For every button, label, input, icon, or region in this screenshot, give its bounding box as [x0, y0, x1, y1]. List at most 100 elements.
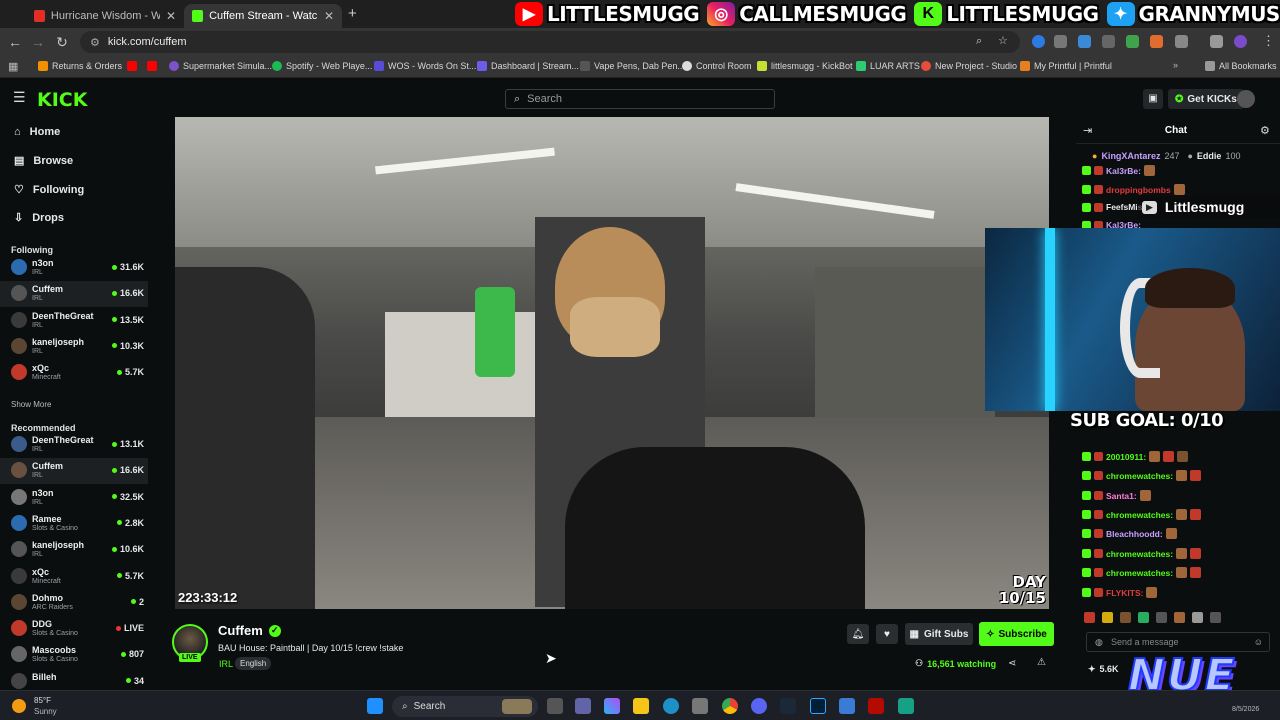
emote-icon[interactable]	[1138, 612, 1149, 623]
chat-username[interactable]: chromewatches:	[1106, 549, 1173, 559]
channel-item[interactable]: n3on IRL 31.6K	[0, 255, 148, 281]
task-view-icon[interactable]	[547, 698, 563, 714]
hamburger-menu-icon[interactable]: ☰	[13, 89, 26, 106]
report-icon[interactable]: ⚠	[1037, 657, 1046, 668]
bookmark-item[interactable]: My Printful | Printful	[1020, 61, 1112, 71]
notepad-icon[interactable]	[839, 698, 855, 714]
library-icon[interactable]: ▣	[1143, 89, 1163, 109]
notification-bell-icon[interactable]: 🔔︎	[847, 624, 869, 644]
store-icon[interactable]	[692, 698, 708, 714]
youtube-bookmark[interactable]	[147, 61, 157, 71]
nav-home[interactable]: ⌂ Home	[14, 126, 60, 138]
get-kicks-button[interactable]: ✪ Get KICKs	[1168, 89, 1244, 109]
nav-browse[interactable]: ▤ Browse	[14, 154, 73, 168]
channel-item[interactable]: DeenTheGreat IRL 13.5K	[0, 308, 148, 334]
channel-item[interactable]: xQc Minecraft 5.7K	[0, 564, 148, 590]
copilot-icon[interactable]	[604, 698, 620, 714]
bookmark-item[interactable]: Control Room	[682, 61, 752, 71]
chat-username[interactable]: chromewatches:	[1106, 510, 1173, 520]
all-bookmarks-button[interactable]: All Bookmarks	[1205, 61, 1277, 71]
chat-username[interactable]: Kal3rBe:	[1106, 166, 1141, 176]
emote-icon[interactable]	[1174, 612, 1185, 623]
profile-avatar[interactable]	[1234, 35, 1247, 48]
video-player[interactable]: 223:33:12 DAY 10/15	[175, 117, 1049, 609]
bookmark-item[interactable]: LUAR ARTS	[856, 61, 920, 71]
channel-item[interactable]: Mascoobs Slots & Casino 807	[0, 642, 148, 668]
gift-subs-button[interactable]: ▦ Gift Subs	[905, 623, 973, 645]
chat-username[interactable]: Bleachhoodd:	[1106, 529, 1163, 539]
forward-icon[interactable]: →	[26, 34, 50, 50]
back-icon[interactable]: ←	[3, 34, 27, 50]
leader-name[interactable]: Eddie	[1197, 151, 1222, 161]
user-avatar[interactable]	[1237, 90, 1255, 108]
apps-grid-icon[interactable]: ▦	[8, 60, 18, 73]
category-link[interactable]: IRL	[219, 659, 233, 669]
extension-icon[interactable]	[1032, 35, 1045, 48]
chat-badge-icon[interactable]: ◍	[1095, 637, 1103, 648]
more-bookmarks-icon[interactable]: »	[1173, 60, 1178, 70]
browser-tab-active[interactable]: Cuffem Stream - Watch Live ✕	[184, 4, 342, 28]
nav-following[interactable]: ♡ Following	[14, 183, 84, 197]
edge-icon[interactable]	[663, 698, 679, 714]
emoji-icon[interactable]: ☺	[1254, 637, 1263, 647]
steam-icon[interactable]	[780, 698, 796, 714]
close-tab-icon[interactable]: ✕	[324, 9, 334, 23]
emote-icon[interactable]	[1084, 612, 1095, 623]
channel-item[interactable]: kaneljoseph IRL 10.6K	[0, 537, 148, 563]
menu-list-icon[interactable]	[1210, 35, 1223, 48]
subscribe-button[interactable]: ✧ Subscribe	[979, 622, 1054, 646]
emote-icon[interactable]	[1210, 612, 1221, 623]
chat-username[interactable]: chromewatches:	[1106, 471, 1173, 481]
chat-username[interactable]: 20010911:	[1106, 452, 1146, 462]
chat-username[interactable]: droppingbombs	[1106, 185, 1171, 195]
chat-username[interactable]: FLYKITS:	[1106, 588, 1143, 598]
channel-item[interactable]: Cuffem IRL 16.6K	[0, 458, 148, 485]
reload-icon[interactable]: ↻	[50, 34, 74, 51]
extension-icon[interactable]	[1102, 35, 1115, 48]
follow-heart-icon[interactable]: ♥	[876, 624, 898, 644]
acrobat-icon[interactable]	[868, 698, 884, 714]
channel-item[interactable]: Dohmo ARC Raiders 2	[0, 590, 148, 616]
emote-icon[interactable]	[1102, 612, 1113, 623]
kick-logo[interactable]: KICK	[37, 89, 87, 111]
channel-item[interactable]: DeenTheGreat IRL 13.1K	[0, 432, 148, 458]
emote-icon[interactable]	[1192, 612, 1203, 623]
emote-icon[interactable]	[1156, 612, 1167, 623]
bookmark-item[interactable]: Dashboard | Stream...	[477, 61, 579, 71]
app-icon[interactable]	[898, 698, 914, 714]
kicks-balance[interactable]: ✦ 5.6K	[1088, 664, 1119, 675]
channel-item[interactable]: Cuffem IRL 16.6K	[0, 281, 148, 308]
bookmark-item[interactable]: Vape Pens, Dab Pen...	[580, 61, 685, 71]
chat-settings-icon[interactable]: ⚙	[1260, 124, 1270, 137]
search-input[interactable]: ⌕ Search	[505, 89, 775, 109]
discord-icon[interactable]	[751, 698, 767, 714]
file-explorer-icon[interactable]	[633, 698, 649, 714]
share-icon[interactable]: ⋖	[1008, 658, 1016, 669]
bookmark-item[interactable]: WOS - Words On St...	[374, 61, 476, 71]
browser-menu-icon[interactable]: ⋮	[1262, 33, 1275, 49]
bookmark-item[interactable]: Supermarket Simula...	[169, 61, 272, 71]
extensions-puzzle-icon[interactable]	[1175, 35, 1188, 48]
chat-username[interactable]: FeefsMis	[1106, 202, 1142, 212]
new-tab-icon[interactable]: +	[348, 5, 357, 22]
extension-icon[interactable]	[1054, 35, 1067, 48]
channel-item[interactable]: n3on IRL 32.5K	[0, 485, 148, 511]
leader-name[interactable]: KingXAntarez	[1101, 151, 1160, 161]
bookmark-item[interactable]: Spotify - Web Playe...	[272, 61, 372, 71]
channel-item[interactable]: DDG Slots & Casino LIVE	[0, 616, 148, 642]
bookmark-item[interactable]: New Project - Studio	[921, 61, 1017, 71]
bookmark-item[interactable]: Returns & Orders	[38, 61, 122, 71]
extension-icon[interactable]	[1078, 35, 1091, 48]
channel-item[interactable]: kaneljoseph IRL 10.3K	[0, 334, 148, 360]
language-tag[interactable]: English	[235, 657, 272, 670]
photoshop-icon[interactable]	[810, 698, 826, 714]
taskbar-search[interactable]: ⌕ Search	[392, 696, 538, 717]
site-info-icon[interactable]: ⚙	[90, 36, 100, 49]
chrome-icon[interactable]	[722, 698, 738, 714]
url-field[interactable]: ⚙ kick.com/cuffem ⌕ ☆	[80, 31, 1020, 53]
chat-username[interactable]: chromewatches:	[1106, 568, 1173, 578]
chat-username[interactable]: Santa1:	[1106, 491, 1137, 501]
channel-item[interactable]: xQc Minecraft 5.7K	[0, 360, 148, 386]
extension-icon[interactable]	[1126, 35, 1139, 48]
teams-icon[interactable]	[575, 698, 591, 714]
